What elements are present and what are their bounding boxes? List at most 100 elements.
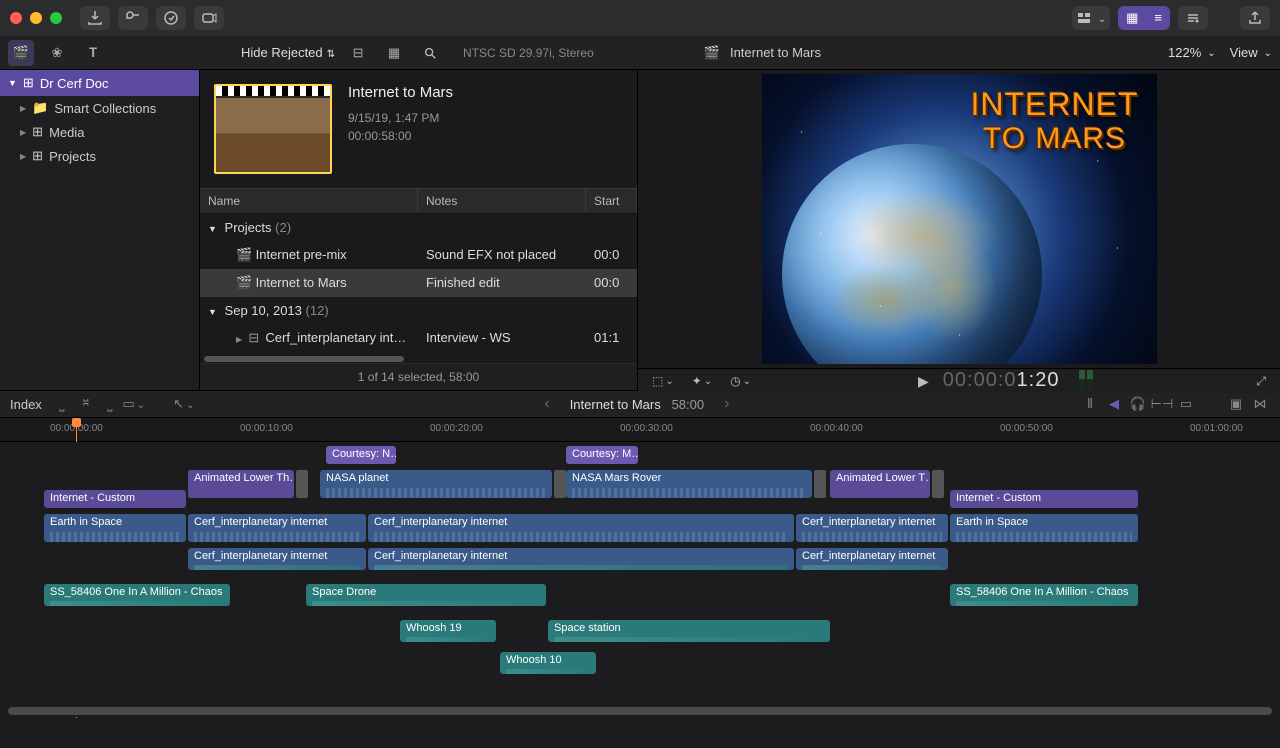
gap-handle[interactable] [554,470,566,498]
transitions-button[interactable]: ⋈ [1250,395,1270,413]
table-row[interactable]: 🎬 Internet to Mars Finished edit 00:0 [200,269,637,297]
timeline-history-back[interactable]: ‹ [544,395,549,413]
insert-clip-button[interactable]: ⎶ [76,395,96,413]
grid-view-button[interactable]: ▦ [381,40,407,66]
timeline-keyword-tag[interactable]: Courtesy: N… [326,446,396,464]
render-button[interactable] [194,6,224,30]
horizontal-scrollbar[interactable] [204,356,404,362]
timeline-sfx-clip[interactable]: Space station [548,620,830,642]
four-squares-icon: ⊞ [23,75,34,91]
viewer-timecode[interactable]: 00:00:01:20 [943,369,1060,393]
inspector-toggle-button[interactable] [1178,6,1208,30]
timeline-video-clip[interactable]: NASA planet [320,470,552,498]
timeline-sfx-clip[interactable]: Whoosh 19 [400,620,496,642]
connect-clip-button[interactable]: ⎵ [52,395,72,413]
viewer-project-name: Internet to Mars [730,45,821,60]
main-split: ▼ ⊞ Dr Cerf Doc ▶📁Smart Collections ▶⊞Me… [0,70,1280,390]
ruler-tick: 00:00:30:00 [620,423,673,434]
film-icon: ⊟ [246,330,262,346]
fullscreen-button[interactable]: ⤢ [1252,372,1270,391]
timeline-audio-clip[interactable]: Cerf_interplanetary internet [188,548,366,570]
column-start[interactable]: Start [586,189,637,213]
list-view-button[interactable]: ≡ [1146,6,1170,30]
transform-popup[interactable]: ⬚ [648,372,678,390]
clip-appearance-button[interactable]: ⊟ [345,40,371,66]
sidebar-item-media[interactable]: ▶⊞Media [0,120,199,144]
filmstrip-view-button[interactable]: ▦ [1118,6,1146,30]
timeline-title-clip[interactable]: Animated Lower Th… [188,470,294,498]
table-group-row[interactable]: ▼ Sep 10, 2013 (12) [200,297,637,324]
timeline-video-clip[interactable]: NASA Mars Rover [566,470,812,498]
timeline-audio-clip[interactable]: Cerf_interplanetary internet [368,548,794,570]
import-button[interactable] [80,6,110,30]
keyword-button[interactable] [118,6,148,30]
select-tool-button[interactable]: ↖ [174,395,194,413]
append-clip-button[interactable]: ⎵ [100,395,120,413]
column-notes[interactable]: Notes [418,189,586,213]
timeline-title-clip[interactable]: Internet - Custom [950,490,1138,508]
clip-thumbnail[interactable] [214,84,332,174]
timeline-music-clip[interactable]: SS_58406 One In A Million - Chaos [950,584,1138,606]
play-button[interactable]: ▶ [914,371,933,392]
folder-icon: 📁 [32,100,48,116]
timeline-music-clip[interactable]: Space Drone [306,584,546,606]
sidebar-item-smart-collections[interactable]: ▶📁Smart Collections [0,96,199,120]
table-group-row[interactable]: ▼ Projects (2) [200,214,637,241]
clapper-icon: 🎬 [236,275,252,291]
share-button[interactable] [1240,6,1270,30]
timeline-lanes[interactable]: Courtesy: N… Courtesy: M… Animated Lower… [0,442,1280,717]
timeline-video-clip[interactable]: Cerf_interplanetary internet [796,514,948,542]
ruler-tick: 00:00:40:00 [810,423,863,434]
timeline-scrollbar[interactable] [8,707,1272,715]
audio-meters [1079,370,1093,392]
skimming-button[interactable]: ⦀ [1080,395,1100,413]
timeline-title-clip[interactable]: Internet - Custom [44,490,186,508]
sidebar-item-projects[interactable]: ▶⊞Projects [0,144,199,168]
retime-popup[interactable]: ◷ [726,372,755,390]
close-window-button[interactable] [10,12,22,24]
titles-tab-icon[interactable]: 𝐓 [80,40,106,66]
search-button[interactable] [417,40,443,66]
overwrite-clip-button[interactable]: ▭ [124,395,144,413]
gap-handle[interactable] [296,470,308,498]
view-popup[interactable]: View [1230,45,1272,60]
timeline-video-clip[interactable]: Earth in Space [44,514,186,542]
gap-handle[interactable] [932,470,944,498]
viewer-controls: ⬚ ✦ ◷ ▶ 00:00:01:20 ⤢ [638,368,1280,393]
timeline-video-clip[interactable]: Earth in Space [950,514,1138,542]
photos-tab-icon[interactable]: ❀ [44,40,70,66]
minimize-window-button[interactable] [30,12,42,24]
index-button[interactable]: Index [10,397,42,412]
solo-button[interactable]: 🎧 [1128,395,1148,413]
timeline-video-clip[interactable]: Cerf_interplanetary internet [368,514,794,542]
library-tab-icon[interactable]: 🎬 [8,40,34,66]
table-row[interactable]: ▶ ⊟ Cerf_interplanetary int… Interview -… [200,324,637,352]
timeline-sfx-clip[interactable]: Whoosh 10 [500,652,596,674]
timeline-video-clip[interactable]: Cerf_interplanetary internet [188,514,366,542]
zoom-window-button[interactable] [50,12,62,24]
clip-appearance-button[interactable]: ▭ [1176,395,1196,413]
timeline-title-clip[interactable]: Animated Lower T… [830,470,930,498]
timeline-history-forward[interactable]: › [724,395,729,413]
zoom-popup[interactable]: 122% [1168,45,1216,60]
timeline-keyword-tag[interactable]: Courtesy: M… [566,446,638,464]
clip-title: Internet to Mars [348,84,453,101]
table-row[interactable]: 🎬 Internet pre-mix Sound EFX not placed … [200,241,637,269]
column-name[interactable]: Name [200,189,418,213]
gap-handle[interactable] [814,470,826,498]
effects-button[interactable]: ▣ [1226,395,1246,413]
snapping-button[interactable]: ⊢⊣ [1152,395,1172,413]
background-tasks-button[interactable] [156,6,186,30]
enhance-popup[interactable]: ✦ [688,372,716,390]
ruler-tick: 00:00:10:00 [240,423,293,434]
timeline-audio-clip[interactable]: Cerf_interplanetary internet [796,548,948,570]
workspace-dropdown[interactable] [1072,6,1110,30]
ruler-tick: 00:01:00:00 [1190,423,1243,434]
audio-skimming-button[interactable]: ◀ [1104,395,1124,413]
timeline-ruler[interactable]: 00:00:00:00 00:00:10:00 00:00:20:00 00:0… [0,418,1280,442]
timeline-music-clip[interactable]: SS_58406 One In A Million - Chaos [44,584,230,606]
filter-popup[interactable]: Hide Rejected [241,45,335,60]
viewer-canvas[interactable]: INTERNET TO MARS [638,70,1280,368]
library-header[interactable]: ▼ ⊞ Dr Cerf Doc [0,70,199,96]
viewer: INTERNET TO MARS ⬚ ✦ ◷ ▶ 00:00:01:20 ⤢ [638,70,1280,390]
